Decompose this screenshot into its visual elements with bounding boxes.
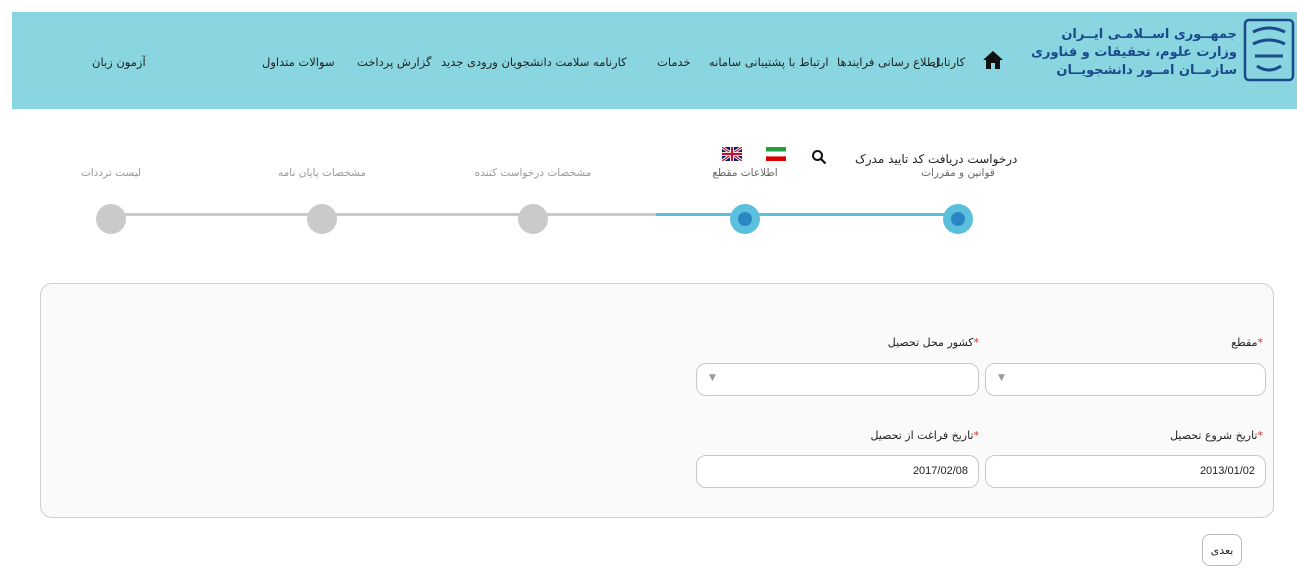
step-node-rules[interactable] — [943, 204, 973, 234]
degree-select[interactable]: ▼ — [985, 363, 1266, 396]
country-label: *کشور محل تحصیل — [887, 336, 979, 349]
search-icon[interactable] — [811, 149, 827, 165]
next-button[interactable]: بعدی — [1202, 534, 1242, 566]
end-date-field[interactable]: 2017/02/08 — [696, 455, 979, 488]
end-date-label: *تاریخ فراغت از تحصیل — [870, 429, 979, 442]
degree-form-card: *مقطع *کشور محل تحصیل ▼ ▼ *تاریخ شروع تح… — [40, 283, 1274, 518]
nav-item-payment-report[interactable]: گزارش پرداخت — [357, 55, 432, 69]
logo-icon — [1243, 18, 1295, 82]
uk-flag-icon[interactable] — [721, 145, 743, 163]
home-icon[interactable] — [982, 50, 1004, 70]
nav-item-services[interactable]: خدمات — [657, 55, 691, 69]
country-select[interactable]: ▼ — [696, 363, 979, 396]
nav-item-faq[interactable]: سوالات متداول — [262, 55, 335, 69]
page-title: درخواست دریافت کد تایید مدرک — [855, 152, 1018, 166]
nav-item-process-info[interactable]: اطلاع رسانی فرایندها — [837, 55, 939, 69]
logo-line-3: سازمــان امــور دانشجویــان — [1056, 63, 1237, 78]
header-bar: جمهــوری اســلامـی ایــران وزارت علوم، ت… — [12, 12, 1297, 109]
logo-line-2: وزارت علوم، تحقیقات و فناوری — [1031, 45, 1237, 60]
chevron-down-icon: ▼ — [709, 373, 716, 383]
degree-label: *مقطع — [1231, 336, 1263, 349]
step-label-traffic-list: لیست ترددات — [80, 167, 142, 179]
step-node-degree-info[interactable] — [730, 204, 760, 234]
logo-line-1: جمهــوری اســلامـی ایــران — [1061, 27, 1237, 42]
step-node-thesis[interactable] — [307, 204, 337, 234]
start-date-label: *تاریخ شروع تحصیل — [1170, 429, 1263, 442]
logo-text: جمهــوری اســلامـی ایــران وزارت علوم، ت… — [1031, 26, 1237, 80]
iran-flag-icon[interactable] — [766, 146, 786, 161]
nav-item-support[interactable]: ارتباط با پشتیبانی سامانه — [709, 55, 829, 69]
progress-fill — [656, 213, 958, 216]
chevron-down-icon: ▼ — [998, 373, 1005, 383]
step-label-rules: قوانین و مقررات — [921, 167, 995, 179]
start-date-field[interactable]: 2013/01/02 — [985, 455, 1266, 488]
step-node-traffic-list[interactable] — [96, 204, 126, 234]
step-label-applicant: مشخصات درخواست کننده — [474, 167, 592, 179]
step-label-degree-info: اطلاعات مقطع — [712, 167, 778, 179]
nav-item-language-test[interactable]: آزمون زبان — [92, 55, 146, 69]
step-node-applicant[interactable] — [518, 204, 548, 234]
nav-item-health-record[interactable]: کارنامه سلامت دانشجویان ورودی جدید — [441, 55, 627, 69]
step-label-thesis: مشخصات پایان نامه — [278, 167, 366, 179]
progress-track — [111, 213, 656, 216]
